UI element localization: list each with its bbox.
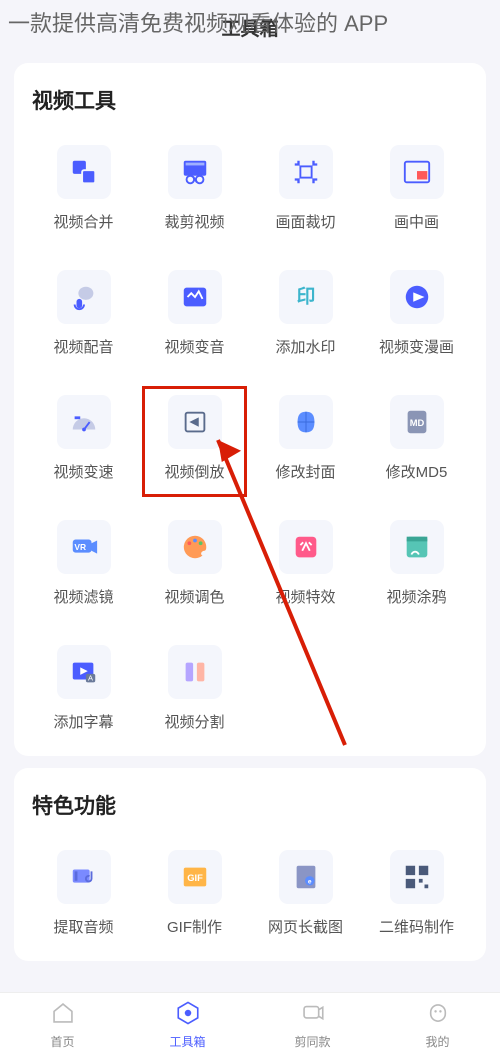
reverse-icon (168, 395, 222, 449)
special-features-card: 特色功能 提取音频 GIF GIF制作 e 网页长截图 二维码制作 (14, 768, 486, 961)
tool-label: 添加水印 (275, 336, 335, 357)
tool-subtitle[interactable]: A 添加字幕 (32, 637, 135, 746)
nav-same[interactable]: 剪同款 (250, 993, 375, 1056)
pip-icon (390, 145, 444, 199)
tool-label: 画面裁切 (275, 211, 335, 232)
tool-label: 视频变漫画 (379, 336, 454, 357)
tool-effects[interactable]: 视频特效 (254, 512, 357, 621)
web-shot-icon: e (279, 850, 333, 904)
tool-video-merge[interactable]: 视频合并 (32, 137, 135, 246)
tool-md5[interactable]: MD 修改MD5 (365, 387, 468, 496)
header-overlay-text: 一款提供高清免费视频观看体验的 APP (0, 0, 500, 44)
tool-label: 视频倒放 (164, 461, 224, 482)
dubbing-icon (57, 270, 111, 324)
tool-label: 视频合并 (53, 211, 113, 232)
subtitle-icon: A (57, 645, 111, 699)
tool-extract-audio[interactable]: 提取音频 (32, 842, 135, 951)
video-crop-icon (168, 145, 222, 199)
gif-icon: GIF (168, 850, 222, 904)
tool-filter[interactable]: VR 视频滤镜 (32, 512, 135, 621)
tool-gif[interactable]: GIF GIF制作 (143, 842, 246, 951)
svg-text:VR: VR (74, 542, 86, 552)
nav-home-icon (50, 1000, 76, 1031)
svg-text:MD: MD (409, 418, 424, 428)
nav-mine-icon (425, 1000, 451, 1031)
speed-icon (57, 395, 111, 449)
nav-same-icon (300, 1000, 326, 1031)
tool-label: 视频配音 (53, 336, 113, 357)
filter-icon: VR (57, 520, 111, 574)
tool-frame-crop[interactable]: 画面裁切 (254, 137, 357, 246)
tool-label: 视频滤镜 (53, 586, 113, 607)
to-comic-icon (390, 270, 444, 324)
tool-web-shot[interactable]: e 网页长截图 (254, 842, 357, 951)
tool-label: 视频变音 (164, 336, 224, 357)
tool-video-crop[interactable]: 裁剪视频 (143, 137, 246, 246)
split-icon (168, 645, 222, 699)
tool-label: 视频调色 (164, 586, 224, 607)
bottom-nav: 首页 工具箱 剪同款 我的 (0, 992, 500, 1056)
cover-icon (279, 395, 333, 449)
nav-label: 首页 (50, 1033, 74, 1050)
tool-label: 视频分割 (164, 711, 224, 732)
video-tools-title: 视频工具 (32, 85, 468, 115)
frame-crop-icon (279, 145, 333, 199)
tool-label: 修改MD5 (386, 461, 448, 482)
qr-icon (390, 850, 444, 904)
tool-doodle[interactable]: 视频涂鸦 (365, 512, 468, 621)
tool-label: 二维码制作 (379, 916, 454, 937)
special-features-title: 特色功能 (32, 790, 468, 820)
video-merge-icon (57, 145, 111, 199)
tool-label: 修改封面 (275, 461, 335, 482)
svg-text:印: 印 (296, 286, 315, 307)
nav-mine[interactable]: 我的 (375, 993, 500, 1056)
tool-to-comic[interactable]: 视频变漫画 (365, 262, 468, 371)
nav-tools[interactable]: 工具箱 (125, 993, 250, 1056)
app-header: 一款提供高清免费视频观看体验的 APP 工具箱 (0, 0, 500, 51)
tool-split[interactable]: 视频分割 (143, 637, 246, 746)
tool-voice-change[interactable]: 视频变音 (143, 262, 246, 371)
nav-tools-icon (175, 1000, 201, 1031)
tool-pip[interactable]: 画中画 (365, 137, 468, 246)
tool-label: 视频变速 (53, 461, 113, 482)
tool-label: 视频特效 (275, 586, 335, 607)
nav-label: 我的 (425, 1033, 449, 1050)
svg-text:GIF: GIF (187, 873, 203, 883)
tool-qr[interactable]: 二维码制作 (365, 842, 468, 951)
video-tools-card: 视频工具 视频合并 裁剪视频 画面裁切 画中画 视频配音 视频变音 印 添加水印… (14, 63, 486, 756)
tool-label: 裁剪视频 (164, 211, 224, 232)
nav-label: 工具箱 (169, 1033, 205, 1050)
md5-icon: MD (390, 395, 444, 449)
doodle-icon (390, 520, 444, 574)
tool-speed[interactable]: 视频变速 (32, 387, 135, 496)
tool-label: 视频涂鸦 (386, 586, 446, 607)
effects-icon (279, 520, 333, 574)
tool-label: 添加字幕 (53, 711, 113, 732)
svg-text:e: e (307, 879, 311, 886)
tool-reverse[interactable]: 视频倒放 (143, 387, 246, 496)
tool-dubbing[interactable]: 视频配音 (32, 262, 135, 371)
tool-color[interactable]: 视频调色 (143, 512, 246, 621)
nav-home[interactable]: 首页 (0, 993, 125, 1056)
extract-audio-icon (57, 850, 111, 904)
watermark-icon: 印 (279, 270, 333, 324)
tool-label: 提取音频 (53, 916, 113, 937)
nav-label: 剪同款 (294, 1033, 330, 1050)
tool-label: 网页长截图 (268, 916, 343, 937)
voice-change-icon (168, 270, 222, 324)
svg-text:A: A (88, 673, 93, 682)
tool-label: GIF制作 (167, 916, 222, 937)
tool-cover[interactable]: 修改封面 (254, 387, 357, 496)
tool-watermark[interactable]: 印 添加水印 (254, 262, 357, 371)
color-icon (168, 520, 222, 574)
tool-label: 画中画 (394, 211, 439, 232)
